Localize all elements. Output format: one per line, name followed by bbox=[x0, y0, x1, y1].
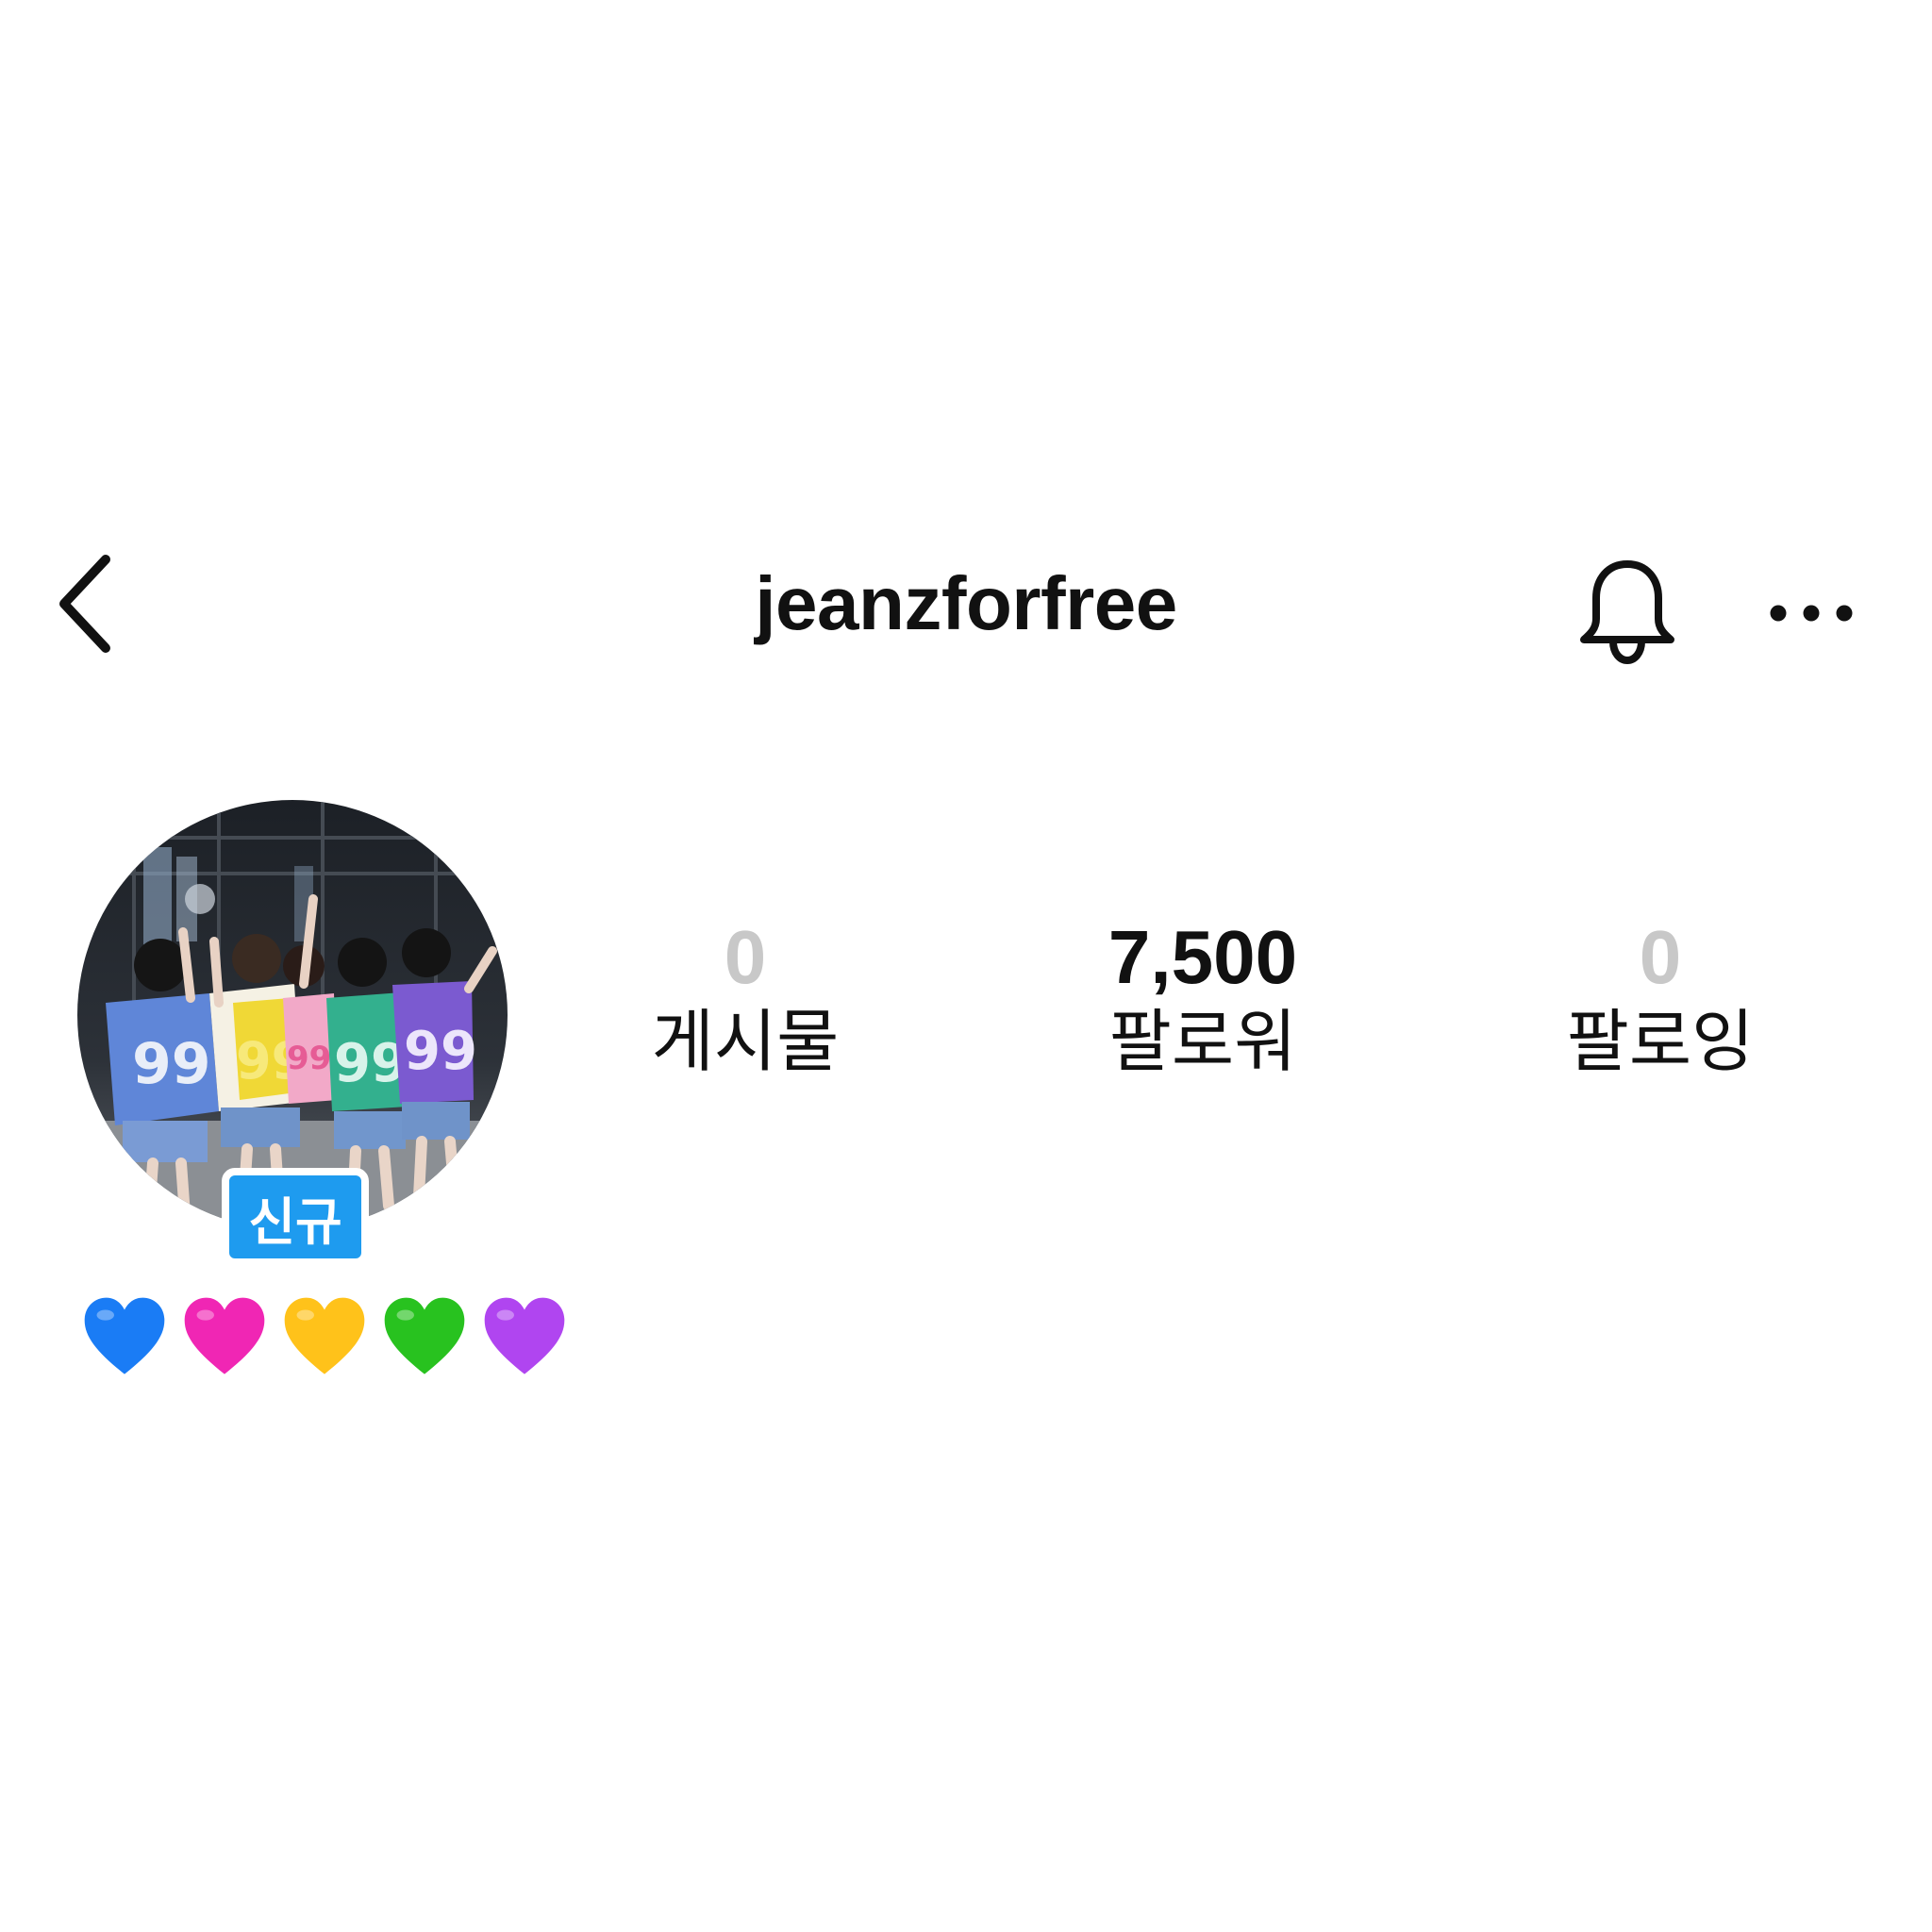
more-horizontal-icon bbox=[1770, 605, 1853, 622]
avatar[interactable]: 99 99 99 99 99 bbox=[77, 800, 508, 1230]
purple-heart-icon bbox=[484, 1297, 565, 1374]
following-label: 팔로잉 bbox=[1566, 1005, 1755, 1080]
notifications-button[interactable] bbox=[1561, 547, 1693, 679]
green-heart-icon bbox=[384, 1297, 465, 1374]
new-badge: 신규 bbox=[222, 1168, 369, 1266]
avatar-photo: 99 99 99 99 99 bbox=[77, 800, 508, 1230]
blue-heart-icon bbox=[84, 1297, 165, 1374]
bio bbox=[81, 1294, 568, 1398]
following-count: 0 bbox=[1639, 915, 1682, 999]
pink-heart-icon bbox=[184, 1297, 265, 1374]
svg-text:99: 99 bbox=[287, 1040, 331, 1077]
posts-label: 게시물 bbox=[651, 1005, 840, 1080]
yellow-heart-icon bbox=[284, 1297, 365, 1374]
svg-text:99: 99 bbox=[404, 1021, 477, 1082]
more-options-button[interactable] bbox=[1755, 566, 1868, 660]
followers-label: 팔로워 bbox=[1108, 1005, 1297, 1080]
posts-count: 0 bbox=[724, 915, 767, 999]
posts-stat[interactable]: 0 게시물 bbox=[575, 915, 915, 1080]
followers-count: 7,500 bbox=[1108, 915, 1298, 999]
followers-stat[interactable]: 7,500 팔로워 bbox=[1033, 915, 1373, 1080]
profile-avatar-container[interactable]: 99 99 99 99 99 신규 bbox=[77, 800, 508, 1266]
following-stat[interactable]: 0 팔로잉 bbox=[1491, 915, 1830, 1080]
svg-text:99: 99 bbox=[132, 1031, 211, 1097]
profile-header: jeanzforfree bbox=[0, 528, 1932, 679]
bell-icon bbox=[1580, 560, 1674, 665]
